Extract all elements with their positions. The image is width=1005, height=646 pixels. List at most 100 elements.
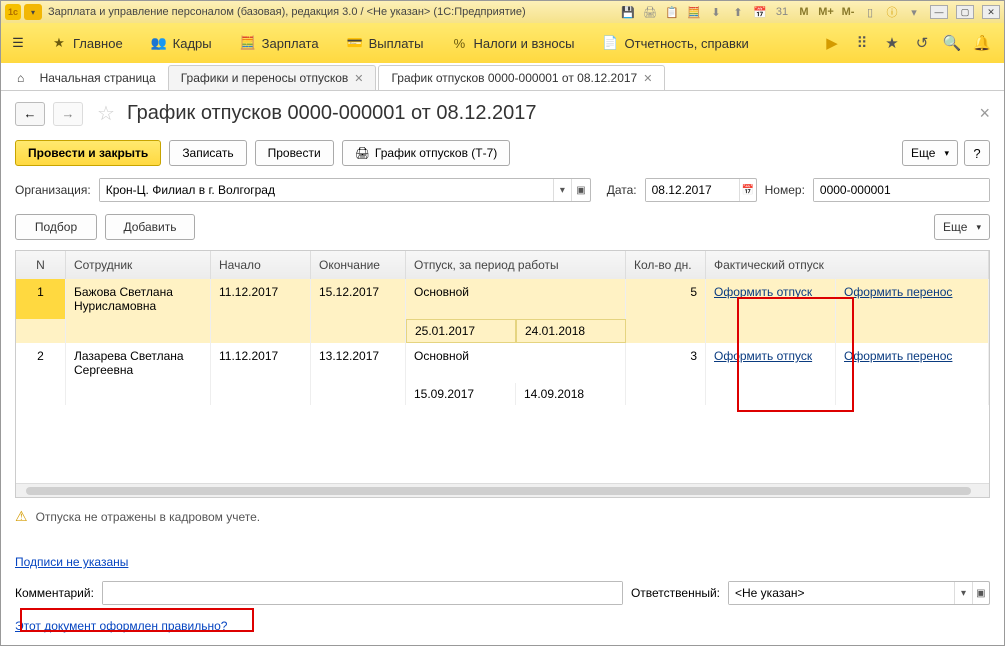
table-row[interactable]: 1 Бажова Светлана Нурисламовна 11.12.201… [16,279,989,319]
cell-end: 15.12.2017 [311,279,406,319]
bell-icon[interactable]: 🔔 [972,33,992,53]
menu-pay-label: Выплаты [369,36,424,51]
people-icon: 👥 [151,35,167,51]
cell-n: 1 [16,279,66,319]
select-button[interactable]: Подбор [15,214,97,240]
back-button[interactable]: ← [15,102,45,126]
calc-icon[interactable]: 🧮 [686,4,702,20]
doc-up-icon[interactable]: ⬆ [730,4,746,20]
app-dropdown-icon[interactable]: ▾ [24,4,42,20]
chevron-down-icon: ▾ [976,222,981,233]
home-icon: ⌂ [17,71,24,85]
menu-salary[interactable]: 🧮Зарплата [226,23,333,63]
close-icon[interactable]: ✕ [354,72,363,85]
calendar-icon[interactable]: 📅 [752,4,768,20]
cell-start: 11.12.2017 [211,279,311,319]
col-end[interactable]: Окончание [311,251,406,279]
print-icon[interactable]: 🖨 [642,4,658,20]
feedback-link[interactable]: Этот документ оформлен правильно? [15,619,227,633]
report-icon: 📄 [603,35,619,51]
post-and-close-button[interactable]: Провести и закрыть [15,140,161,166]
post-button[interactable]: Провести [255,140,334,166]
menu-burger-icon[interactable]: ☰ [7,32,29,54]
mplus-icon[interactable]: M+ [818,4,834,20]
menu-reports[interactable]: 📄Отчетность, справки [589,23,763,63]
day-icon[interactable]: 31 [774,4,790,20]
maximize-button[interactable]: ▢ [956,5,974,19]
help-button[interactable]: ? [964,140,990,166]
tab-graphics-list[interactable]: Графики и переносы отпусков✕ [168,65,377,90]
arrow-right-icon[interactable]: ▶ [822,33,842,53]
number-input[interactable] [814,179,989,201]
mminus-icon[interactable]: M- [840,4,856,20]
table-subrow: 15.09.2017 14.09.2018 [16,383,989,405]
titlebar: 1c ▾ Зарплата и управление персоналом (б… [1,1,1004,23]
close-window-button[interactable]: ✕ [982,5,1000,19]
star2-icon[interactable]: ★ [882,33,902,53]
forward-button[interactable]: → [53,102,83,126]
doc-down-icon[interactable]: ⬇ [708,4,724,20]
cell-type: Основной [406,343,626,383]
menu-taxes[interactable]: % Налоги и взносы [437,23,588,63]
apps-icon[interactable]: ⠿ [852,33,872,53]
warning-text: Отпуска не отражены в кадровом учете. [36,510,261,524]
menu-kadry[interactable]: 👥 Кадры [137,23,226,63]
period-from: 15.09.2017 [406,383,516,405]
info-dd-icon[interactable]: ▾ [906,4,922,20]
printer-icon: 🖨 [355,146,370,160]
dropdown-icon[interactable]: ▾ [553,179,572,201]
info-icon[interactable]: ⓘ [884,4,900,20]
panel-icon[interactable]: ▯ [862,4,878,20]
m-icon[interactable]: M [796,4,812,20]
open-icon[interactable]: ▣ [972,582,989,604]
cell-days: 5 [626,279,706,319]
menu-tax-label: Налоги и взносы [473,36,574,51]
horizontal-scrollbar[interactable] [16,483,989,497]
open-icon[interactable]: ▣ [571,179,590,201]
menu-main-label: Главное [73,36,123,51]
percent-icon: % [451,35,467,51]
org-label: Организация: [15,183,91,197]
table-more-button[interactable]: Еще▾ [934,214,990,240]
menu-salary-label: Зарплата [262,36,319,51]
scroll-thumb[interactable] [26,487,971,495]
close-icon[interactable]: ✕ [643,72,652,85]
more-button[interactable]: Еще▾ [902,140,958,166]
save-button[interactable]: Записать [169,140,246,166]
close-page-icon[interactable]: × [979,103,990,124]
minimize-button[interactable]: — [930,5,948,19]
col-start[interactable]: Начало [211,251,311,279]
col-n[interactable]: N [16,251,66,279]
date-input[interactable] [646,179,739,201]
responsible-input[interactable] [729,582,954,604]
dropdown-icon[interactable]: ▾ [954,582,971,604]
menu-main[interactable]: ★Главное [37,23,137,63]
cell-employee: Бажова Светлана Нурисламовна [66,279,211,319]
tab-home[interactable]: ⌂ Начальная страница [7,66,166,90]
create-transfer-link[interactable]: Оформить перенос [844,349,952,363]
search-icon[interactable]: 🔍 [942,33,962,53]
save-icon[interactable]: 💾 [620,4,636,20]
create-transfer-link[interactable]: Оформить перенос [844,285,952,299]
tab-bar: ⌂ Начальная страница Графики и переносы … [1,63,1004,91]
create-vacation-link[interactable]: Оформить отпуск [714,349,812,363]
org-input[interactable] [100,179,553,201]
comment-input[interactable] [103,582,622,604]
menu-payments[interactable]: 💳Выплаты [333,23,438,63]
table-row[interactable]: 2 Лазарева Светлана Сергеевна 11.12.2017… [16,343,989,383]
create-vacation-link[interactable]: Оформить отпуск [714,285,812,299]
signatures-link[interactable]: Подписи не указаны [15,555,128,569]
page-title: График отпусков 0000-000001 от 08.12.201… [127,102,537,125]
clipboard-icon[interactable]: 📋 [664,4,680,20]
add-button[interactable]: Добавить [105,214,195,240]
favorite-icon[interactable]: ☆ [97,101,115,126]
print-button[interactable]: 🖨График отпусков (Т-7) [342,140,511,166]
col-employee[interactable]: Сотрудник [66,251,211,279]
col-actual[interactable]: Фактический отпуск [706,251,989,279]
calendar2-icon[interactable]: 📅 [739,179,756,201]
tab-document[interactable]: График отпусков 0000-000001 от 08.12.201… [378,65,665,90]
col-days[interactable]: Кол-во дн. [626,251,706,279]
col-vacation[interactable]: Отпуск, за период работы [406,251,626,279]
history-icon[interactable]: ↺ [912,33,932,53]
menu-kadry-label: Кадры [173,36,212,51]
